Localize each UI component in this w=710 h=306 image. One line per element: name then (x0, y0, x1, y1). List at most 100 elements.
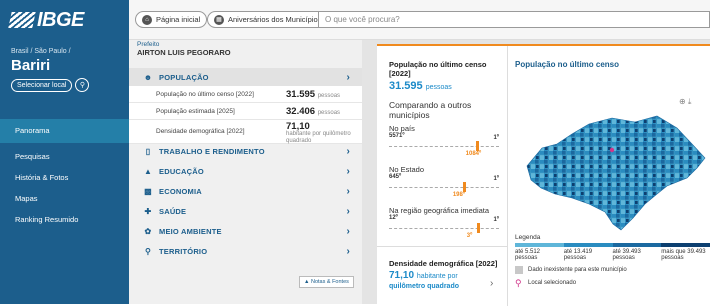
compare-heading: Comparando a outros municípios (389, 100, 472, 120)
legend-swatch (612, 243, 662, 247)
ranking-label: No Estado (389, 165, 425, 174)
divider (507, 46, 508, 306)
chevron-right-icon: › (346, 71, 350, 83)
card-title: População no último censo [2022] (389, 60, 487, 78)
leaf-icon: ✿ (144, 226, 152, 236)
top-bar: ⌂ Página inicial ▦ Aniversários dos Municí… (129, 0, 710, 40)
education-icon: ▲ (143, 166, 153, 176)
warning-icon: ▲ (304, 279, 310, 285)
table-row[interactable]: População no último censo [2022] 31.595 … (129, 86, 362, 103)
chevron-right-icon: › (346, 205, 350, 217)
health-icon: ✚ (144, 206, 152, 216)
work-icon: ▯ (145, 146, 151, 156)
ranking-state: No Estado 645º 1º 198º (389, 165, 499, 202)
indicator-card: População no último censo [2022] 31.595 … (377, 44, 710, 306)
breadcrumb[interactable]: Brasil / São Paulo / (0, 40, 129, 55)
birthdays-button[interactable]: ▦ Aniversários dos Municípios (207, 11, 329, 28)
category-trabalho[interactable]: ▯ TRABALHO E RENDIMENTO › (129, 142, 362, 160)
search-input[interactable]: O que você procura? (318, 11, 710, 28)
category-educacao[interactable]: ▲ EDUCAÇÃO › (129, 162, 362, 180)
chevron-right-icon: › (346, 185, 350, 197)
prefeito-label: Prefeito (137, 41, 160, 48)
category-saude[interactable]: ✚ SAÚDE › (129, 202, 362, 220)
notas-fontes-button[interactable]: ▲ Notas & Fontes (299, 276, 354, 288)
ranking-label: No país (389, 124, 415, 133)
territory-icon: ⚲ (144, 246, 152, 256)
missing-data-label: Dado inexistente para este município (528, 267, 627, 273)
chevron-right-icon: › (346, 245, 350, 257)
ranking-track (389, 146, 499, 147)
chevron-right-icon: › (346, 225, 350, 237)
ranking-high: 1º (493, 217, 499, 223)
category-populacao[interactable]: ☻ POPULAÇÃO › (129, 68, 362, 86)
legend-bin: até 39.493 pessoas (612, 249, 641, 261)
category-economia[interactable]: ▩ ECONOMIA › (129, 182, 362, 200)
ranking-value: 198º (452, 192, 466, 198)
row-value: 32.406 (286, 105, 316, 117)
ranking-low: 5571º (389, 133, 405, 139)
home-button[interactable]: ⌂ Página inicial (135, 11, 208, 28)
legend-swatch (515, 243, 564, 247)
birthdays-label: Aniversários dos Municípios (228, 15, 322, 24)
legend-bin: até 5.512 pessoas (515, 249, 541, 261)
table-row[interactable]: População estimada [2025] 32.406 pessoas (129, 103, 362, 120)
legend-bin: mais que 39.493 pessoas (661, 249, 706, 261)
legend-swatch (563, 243, 613, 247)
row-label: Densidade demográfica [2022] (156, 128, 245, 135)
ranking-value: 3º (466, 233, 473, 239)
ranking-high: 1º (493, 135, 499, 141)
sidebar-item-ranking[interactable]: Ranking Resumido (0, 209, 129, 230)
logo-text: IBGE (37, 8, 84, 31)
sidebar: IBGE Brasil / São Paulo / Bariri Selecio… (0, 0, 129, 304)
ibge-logo[interactable]: IBGE (0, 0, 129, 40)
category-meio-ambiente[interactable]: ✿ MEIO AMBIENTE › (129, 222, 362, 240)
density-title: Densidade demográfica [2022] (389, 259, 498, 268)
map-legend: Legenda até 5.512 pessoas até 13.419 pes… (515, 234, 710, 288)
row-unit: pessoas (317, 92, 341, 99)
row-unit: pessoas (317, 109, 341, 116)
ranking-low: 12º (389, 215, 398, 221)
ranking-marker (475, 141, 479, 151)
location-pin-icon[interactable]: ⚲ (75, 78, 90, 92)
category-label: ECONOMIA (159, 186, 202, 196)
sidebar-item-pesquisas[interactable]: Pesquisas (0, 146, 129, 167)
notas-label: Notas & Fontes (310, 279, 349, 285)
category-label: TRABALHO E RENDIMENTO (159, 146, 265, 156)
category-label: SAÚDE (159, 206, 187, 216)
row-label: População no último censo [2022] (156, 90, 254, 98)
legend-title: Legenda (515, 234, 541, 241)
home-label: Página inicial (156, 15, 201, 24)
ranking-low: 645º (389, 174, 402, 180)
city-title: Bariri (11, 57, 51, 74)
state-map[interactable] (517, 106, 710, 236)
sidebar-item-panorama[interactable]: Panorama (0, 119, 129, 143)
ranking-value: 1084º (465, 151, 482, 157)
select-local-button[interactable]: Selecionar local (11, 78, 73, 92)
ibge-logo-mark-icon (8, 12, 36, 28)
table-row[interactable]: Densidade demográfica [2022] 71,10 habit… (129, 120, 362, 144)
ranking-track (389, 187, 499, 188)
selected-municipality-marker (609, 147, 615, 153)
density-card[interactable]: Densidade demográfica [2022] 71,10 habit… (389, 259, 499, 290)
chevron-right-icon[interactable]: › (490, 278, 493, 289)
calendar-icon: ▦ (214, 14, 224, 25)
ranking-marker (462, 182, 466, 192)
chevron-right-icon: › (346, 165, 350, 177)
legend-bin: até 13.419 pessoas (563, 249, 593, 261)
ranking-country: No país 5571º 1º 1084º (389, 124, 499, 161)
sidebar-item-mapas[interactable]: Mapas (0, 188, 129, 209)
state-shape (526, 115, 706, 231)
category-territorio[interactable]: ⚲ TERRITÓRIO › (129, 242, 362, 260)
category-label: POPULAÇÃO (159, 72, 209, 82)
map-title: População no último censo (515, 60, 620, 69)
density-value: 71,10 (389, 270, 415, 281)
category-label: MEIO AMBIENTE (159, 226, 222, 236)
row-label: População estimada [2025] (156, 107, 235, 115)
legend-swatch (661, 243, 710, 247)
density-unit-2: quilômetro quadrado (389, 283, 459, 290)
chevron-right-icon: › (346, 145, 350, 157)
missing-data-swatch (515, 266, 523, 274)
divider (377, 246, 507, 247)
sidebar-item-historia[interactable]: História & Fotos (0, 167, 129, 188)
card-unit: pessoas (425, 84, 452, 91)
